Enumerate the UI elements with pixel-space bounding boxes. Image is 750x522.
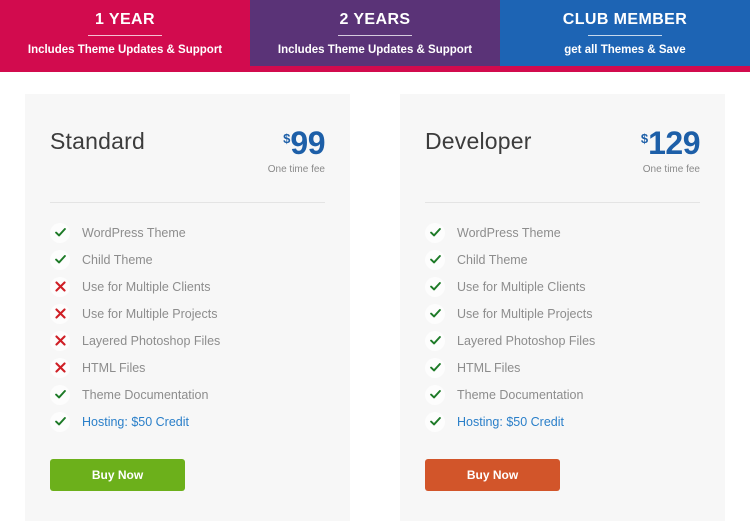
tab-2-years-underline xyxy=(338,34,412,36)
feature-label: WordPress Theme xyxy=(457,225,561,240)
feature-label-link[interactable]: Hosting: $50 Credit xyxy=(457,414,564,430)
feature-item: Layered Photoshop Files xyxy=(50,327,325,354)
feature-item: WordPress Theme xyxy=(425,219,700,246)
plan-standard-header: Standard $ 99 One time fee xyxy=(50,122,325,184)
plan-developer-buy-wrap: Buy Now xyxy=(425,435,700,491)
plan-standard-amount: 99 xyxy=(290,125,325,161)
pricing-plans-container: Standard $ 99 One time fee WordPress The… xyxy=(0,72,750,521)
plan-standard-feature-list: WordPress Theme Child Theme Use for Multip… xyxy=(50,203,325,435)
check-icon xyxy=(50,222,70,243)
feature-item: Child Theme xyxy=(425,246,700,273)
tab-club-member-subtitle: get all Themes & Save xyxy=(564,43,686,56)
feature-label: HTML Files xyxy=(457,360,521,375)
feature-item: Layered Photoshop Files xyxy=(425,327,700,354)
tab-1-year-underline xyxy=(88,34,162,36)
feature-item: HTML Files xyxy=(50,354,325,381)
tab-club-member-underline xyxy=(588,34,662,36)
feature-label: Theme Documentation xyxy=(82,387,209,402)
plan-developer-feature-list: WordPress Theme Child Theme Use for Multip… xyxy=(425,203,700,435)
check-icon xyxy=(425,303,445,324)
plan-standard-buy-wrap: Buy Now xyxy=(50,435,325,491)
check-icon xyxy=(425,276,445,297)
check-icon xyxy=(425,384,445,405)
feature-label: Child Theme xyxy=(457,252,528,267)
tabbar-accent-bar xyxy=(0,66,750,72)
check-icon xyxy=(50,411,70,432)
feature-item: Use for Multiple Projects xyxy=(50,300,325,327)
feature-label: Layered Photoshop Files xyxy=(457,333,596,348)
plan-developer-header: Developer $ 129 One time fee xyxy=(425,122,700,184)
buy-now-button-standard[interactable]: Buy Now xyxy=(50,459,185,491)
feature-item: HTML Files xyxy=(425,354,700,381)
feature-item: Use for Multiple Projects xyxy=(425,300,700,327)
feature-item: WordPress Theme xyxy=(50,219,325,246)
check-icon xyxy=(425,411,445,432)
check-icon xyxy=(425,249,445,270)
tab-2-years-subtitle: Includes Theme Updates & Support xyxy=(277,43,473,56)
plan-developer-price-row: $ 129 xyxy=(640,125,701,161)
feature-label: HTML Files xyxy=(82,360,146,375)
tab-club-member[interactable]: CLUB MEMBER get all Themes & Save xyxy=(500,0,750,72)
check-icon xyxy=(425,330,445,351)
plan-standard-price-block: $ 99 One time fee xyxy=(267,125,326,176)
feature-label: WordPress Theme xyxy=(82,225,186,240)
feature-item: Child Theme xyxy=(50,246,325,273)
check-icon xyxy=(425,222,445,243)
cross-icon xyxy=(50,276,70,297)
feature-item: Theme Documentation xyxy=(50,381,325,408)
feature-label: Theme Documentation xyxy=(457,387,584,402)
plan-standard-currency: $ xyxy=(283,131,291,146)
tab-1-year-subtitle: Includes Theme Updates & Support xyxy=(27,43,223,56)
plan-standard-price-row: $ 99 xyxy=(268,125,325,161)
cross-icon xyxy=(50,303,70,324)
cross-icon xyxy=(50,357,70,378)
tab-1-year-title: 1 YEAR xyxy=(95,10,155,28)
plan-developer-currency: $ xyxy=(640,131,649,146)
feature-label-link[interactable]: Hosting: $50 Credit xyxy=(82,414,189,430)
plan-developer-name: Developer xyxy=(425,128,532,154)
buy-now-button-developer[interactable]: Buy Now xyxy=(425,459,560,491)
feature-item: Use for Multiple Clients xyxy=(50,273,325,300)
tab-1-year[interactable]: 1 YEAR Includes Theme Updates & Support xyxy=(0,0,250,72)
check-icon xyxy=(50,249,70,270)
feature-item: Hosting: $50 Credit xyxy=(50,408,325,435)
plan-standard-name: Standard xyxy=(50,128,145,154)
plan-card-standard: Standard $ 99 One time fee WordPress The… xyxy=(25,94,350,521)
plan-developer-price-block: $ 129 One time fee xyxy=(640,125,701,176)
cross-icon xyxy=(50,330,70,351)
feature-label: Use for Multiple Projects xyxy=(82,306,218,321)
tab-2-years-title: 2 YEARS xyxy=(339,10,411,28)
plan-developer-fee-note: One time fee xyxy=(642,164,700,175)
tab-club-member-title: CLUB MEMBER xyxy=(562,10,688,28)
check-icon xyxy=(50,384,70,405)
feature-label: Use for Multiple Clients xyxy=(457,279,586,294)
plan-card-developer: Developer $ 129 One time fee WordPress T… xyxy=(400,94,725,521)
pricing-term-tabbar: 1 YEAR Includes Theme Updates & Support … xyxy=(0,0,750,72)
feature-item: Theme Documentation xyxy=(425,381,700,408)
feature-item: Hosting: $50 Credit xyxy=(425,408,700,435)
feature-label: Layered Photoshop Files xyxy=(82,333,221,348)
plan-developer-amount: 129 xyxy=(648,125,700,161)
check-icon xyxy=(425,357,445,378)
feature-label: Use for Multiple Clients xyxy=(82,279,211,294)
feature-label: Use for Multiple Projects xyxy=(457,306,593,321)
feature-label: Child Theme xyxy=(82,252,153,267)
plan-standard-fee-note: One time fee xyxy=(267,164,325,175)
tab-2-years[interactable]: 2 YEARS Includes Theme Updates & Support xyxy=(250,0,500,72)
feature-item: Use for Multiple Clients xyxy=(425,273,700,300)
